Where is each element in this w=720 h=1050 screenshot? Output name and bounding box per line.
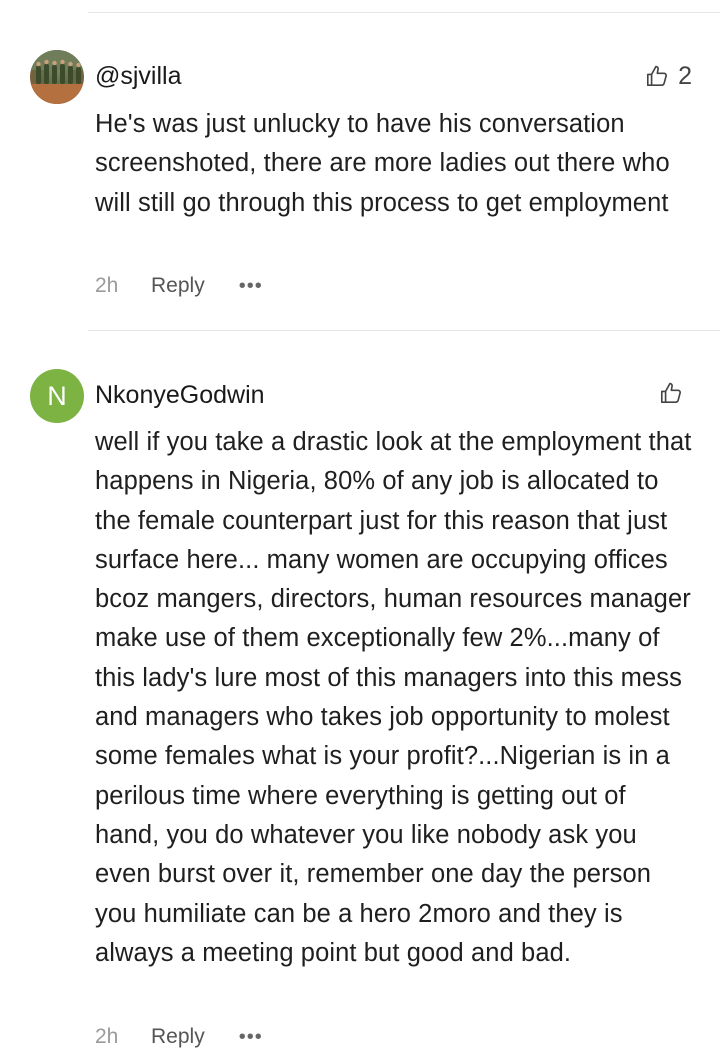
reply-button[interactable]: Reply	[151, 1024, 205, 1050]
comment-text: well if you take a drastic look at the e…	[95, 428, 692, 967]
thumbs-up-icon	[660, 382, 681, 404]
user-avatar[interactable]: N	[30, 369, 84, 423]
comment-item: N NkonyeGodwin well if you take a drasti…	[0, 0, 720, 1048]
comment-meta: 2h Reply •••	[95, 1024, 263, 1050]
more-options-icon[interactable]: •••	[239, 1027, 263, 1047]
comment-username[interactable]: NkonyeGodwin	[95, 380, 265, 410]
comment-timestamp: 2h	[95, 1025, 119, 1048]
like-button[interactable]	[658, 380, 692, 406]
avatar-initial: N	[47, 381, 67, 411]
